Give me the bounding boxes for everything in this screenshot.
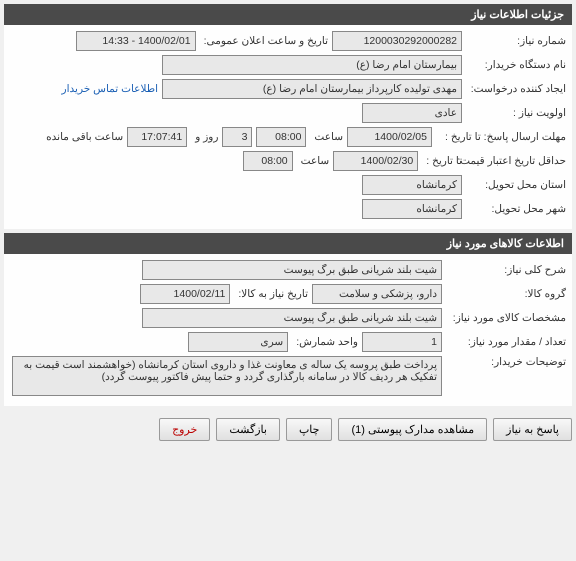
attachments-button[interactable]: مشاهده مدارک پیوستی (1) <box>338 418 487 441</box>
unit-label: واحد شمارش: <box>292 336 358 348</box>
announce-field <box>76 31 196 51</box>
deadline-label: مهلت ارسال پاسخ: تا تاریخ : <box>436 131 566 143</box>
province-label: استان محل تحویل: <box>466 179 566 191</box>
announce-label: تاریخ و ساعت اعلان عمومی: <box>200 35 328 47</box>
need-number-label: شماره نیاز: <box>466 35 566 47</box>
qty-label: تعداد / مقدار مورد نیاز: <box>446 336 566 348</box>
creator-field <box>162 79 462 99</box>
deadline-date-field <box>347 127 432 147</box>
deadline-time-field <box>256 127 306 147</box>
days-label: روز و <box>191 131 218 143</box>
group-label: گروه کالا: <box>446 288 566 300</box>
city-label: شهر محل تحویل: <box>466 203 566 215</box>
validity-label: حداقل تاریخ اعتبار قیمت: <box>466 155 566 167</box>
need-date-field <box>140 284 230 304</box>
group-field <box>312 284 442 304</box>
city-field <box>362 199 462 219</box>
notes-field <box>12 356 442 396</box>
back-button[interactable]: بازگشت <box>216 418 280 441</box>
goods-info-panel: اطلاعات کالاهای مورد نیاز شرح کلی نیاز: … <box>4 233 572 406</box>
creator-label: ایجاد کننده درخواست: <box>466 83 566 95</box>
validity-time-field <box>243 151 293 171</box>
contact-link[interactable]: اطلاعات تماس خریدار <box>62 83 158 95</box>
desc-field <box>142 260 442 280</box>
exit-button[interactable]: خروج <box>159 418 210 441</box>
spec-label: مشخصات کالای مورد نیاز: <box>446 312 566 324</box>
time-label-1: ساعت <box>310 131 343 143</box>
need-number-field <box>332 31 462 51</box>
unit-field <box>188 332 288 352</box>
validity-to-label: تا تاریخ : <box>422 155 462 167</box>
respond-button[interactable]: پاسخ به نیاز <box>493 418 572 441</box>
need-date-label: تاریخ نیاز به کالا: <box>234 288 308 300</box>
province-field <box>362 175 462 195</box>
qty-field <box>362 332 442 352</box>
validity-date-field <box>333 151 418 171</box>
spec-field <box>142 308 442 328</box>
panel1-title: جزئیات اطلاعات نیاز <box>4 4 572 25</box>
org-name-field <box>162 55 462 75</box>
panel2-title: اطلاعات کالاهای مورد نیاز <box>4 233 572 254</box>
days-field <box>222 127 252 147</box>
priority-label: اولویت نیاز : <box>466 107 566 119</box>
countdown-field <box>127 127 187 147</box>
notes-label: توضیحات خریدار: <box>446 356 566 368</box>
print-button[interactable]: چاپ <box>286 418 333 441</box>
org-name-label: نام دستگاه خریدار: <box>466 59 566 71</box>
button-row: پاسخ به نیاز مشاهده مدارک پیوستی (1) چاپ… <box>0 410 576 449</box>
need-details-panel: جزئیات اطلاعات نیاز شماره نیاز: تاریخ و … <box>4 4 572 229</box>
time-label-2: ساعت <box>297 155 330 167</box>
remaining-label: ساعت باقی مانده <box>42 131 123 143</box>
priority-field <box>362 103 462 123</box>
desc-label: شرح کلی نیاز: <box>446 264 566 276</box>
